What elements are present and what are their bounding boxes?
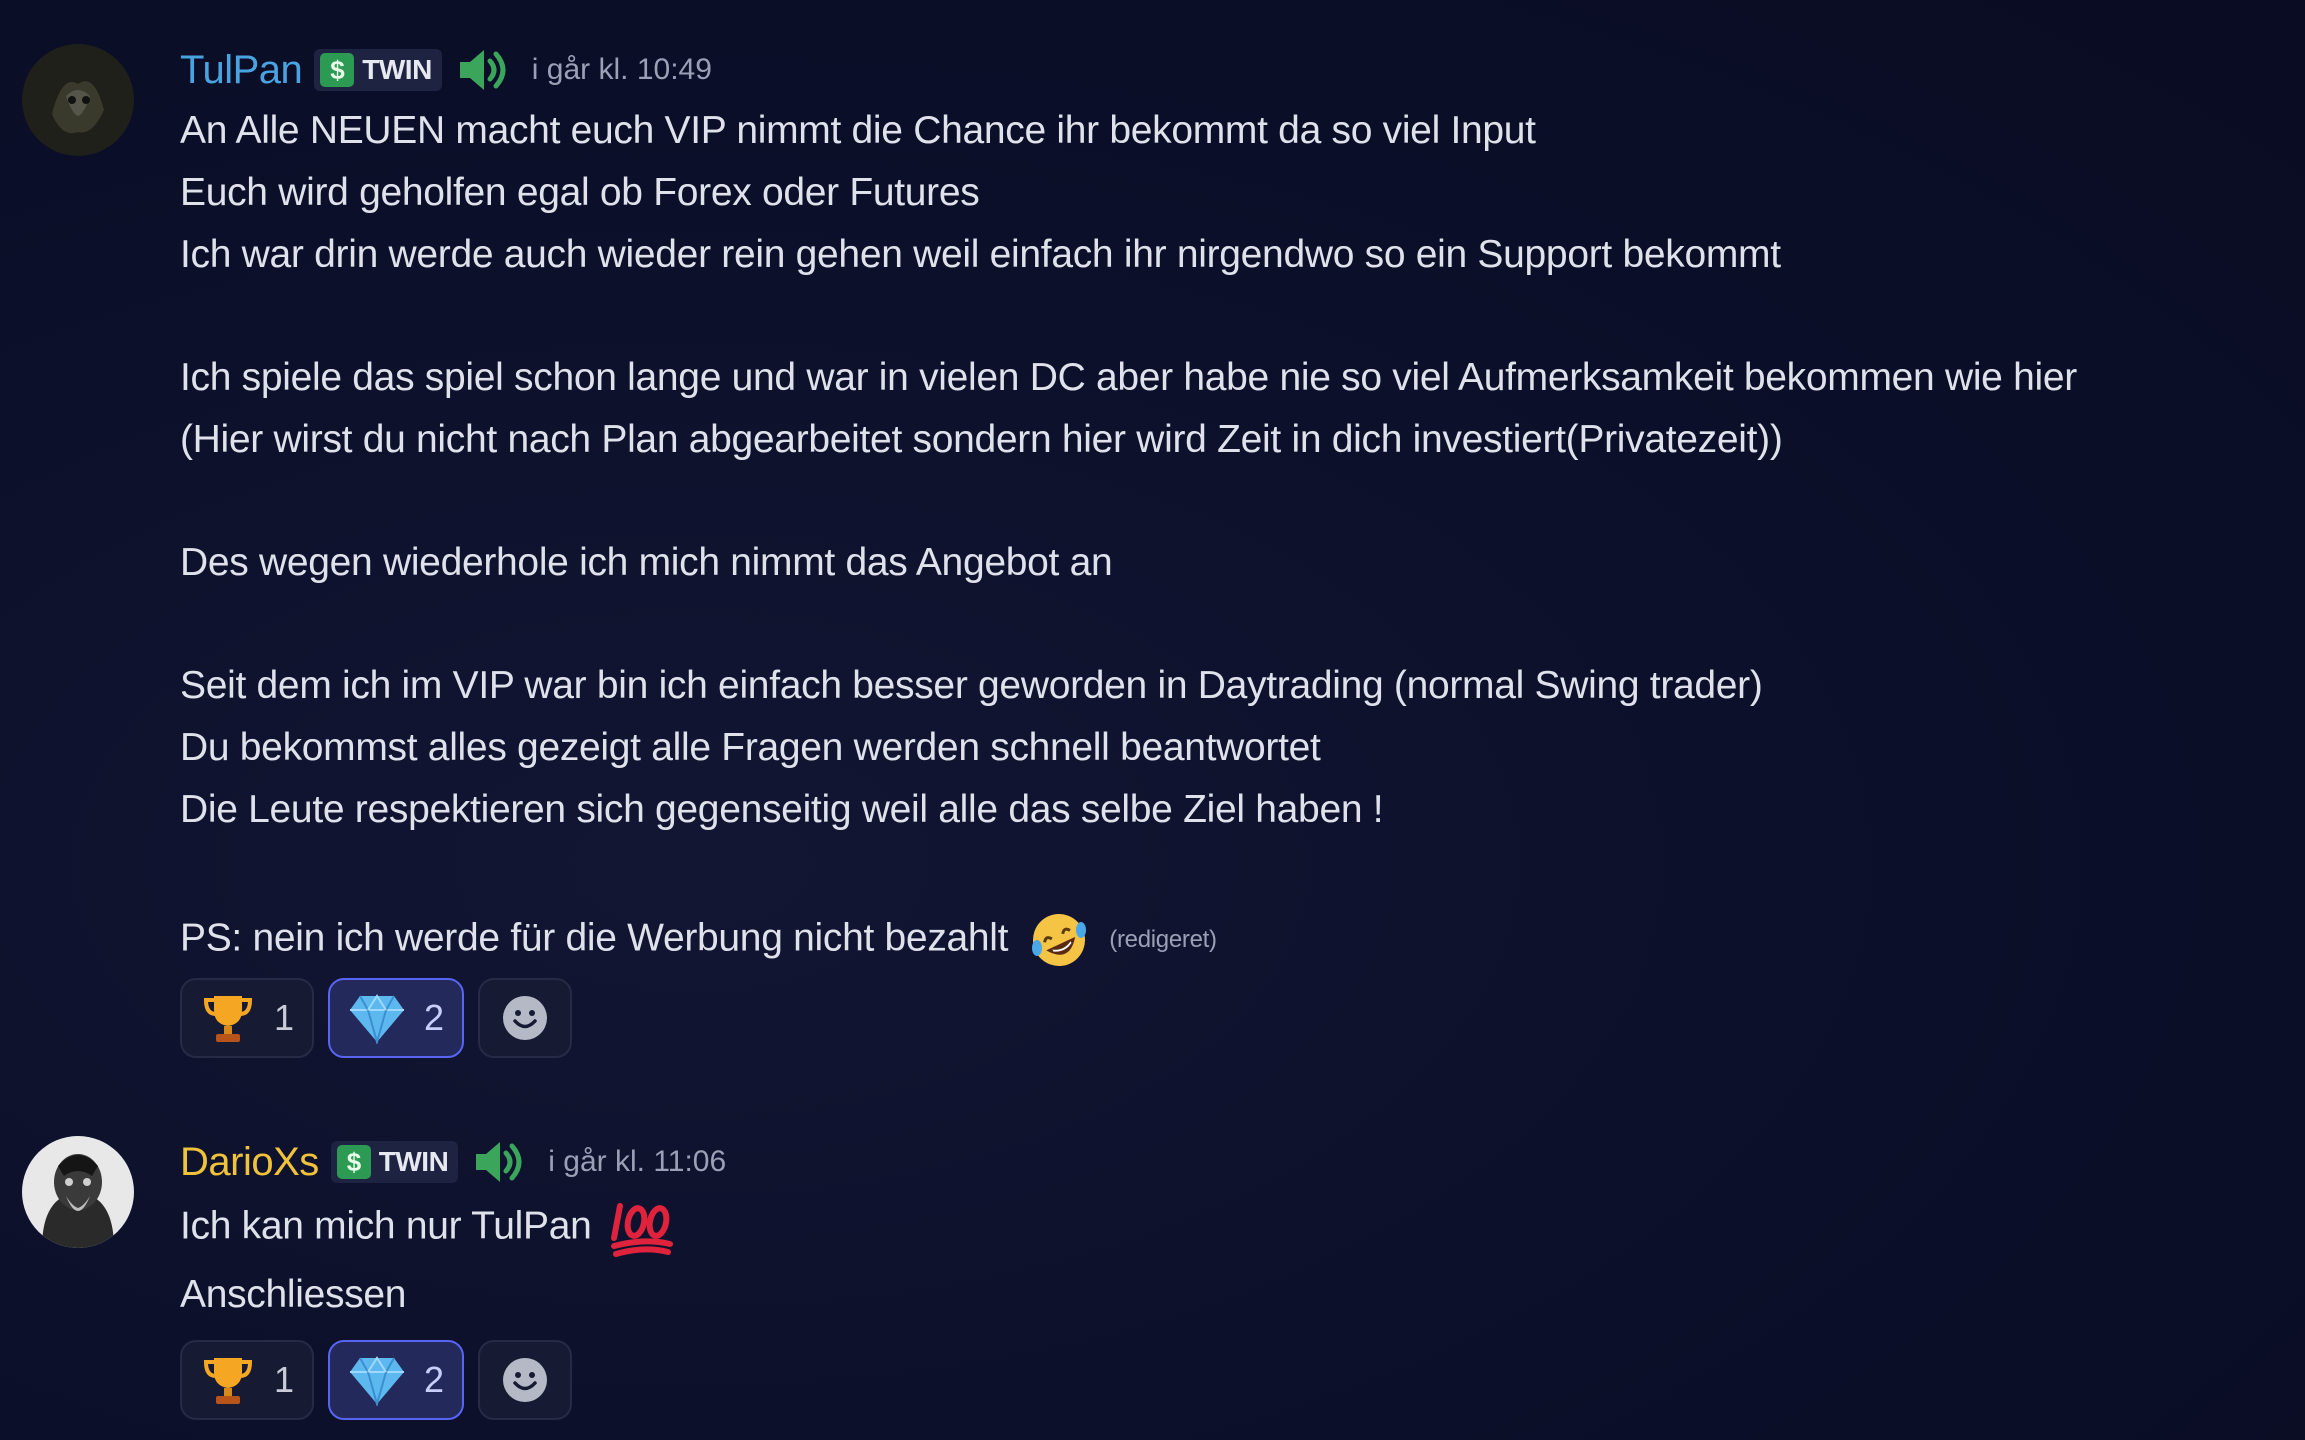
- message-line: Anschliessen: [180, 1273, 407, 1316]
- rofl-emoji-icon: [1031, 914, 1086, 966]
- message-line: Seit dem ich im VIP war bin ich einfach …: [180, 664, 1763, 707]
- money-icon: $: [336, 1145, 371, 1179]
- reaction-count: 2: [424, 1359, 445, 1400]
- reaction-count: 1: [274, 997, 295, 1038]
- avatar-tulpan[interactable]: [22, 44, 134, 156]
- server-tag-label: TWIN: [378, 1146, 449, 1177]
- gem-icon: [350, 994, 405, 1044]
- message-text: Ich kan mich nur TulPan: [180, 1204, 592, 1248]
- hundred-points-icon: [611, 1203, 674, 1257]
- money-icon: $: [320, 53, 355, 87]
- message-line: Des wegen wiederhole ich mich nimmt das …: [180, 541, 1113, 584]
- message-header: TulPan $ TWIN i går kl. 10:49: [180, 40, 712, 100]
- gem-icon: [350, 1356, 405, 1406]
- smiley-icon: [503, 1358, 548, 1402]
- edited-label: (redigeret): [1109, 926, 1217, 953]
- message-line: Euch wird geholfen egal ob Forex oder Fu…: [180, 171, 980, 214]
- message-line: Die Leute respektieren sich gegenseitig …: [180, 788, 1384, 831]
- reaction-trophy[interactable]: 1: [180, 978, 315, 1058]
- add-reaction-button[interactable]: [478, 978, 573, 1058]
- reaction-trophy[interactable]: 1: [180, 1340, 315, 1420]
- timestamp: i går kl. 11:06: [548, 1145, 727, 1178]
- reaction-count: 2: [424, 997, 445, 1038]
- server-tag[interactable]: $ TWIN: [314, 49, 442, 91]
- message-header: DarioXs $ TWIN i går kl. 11:06: [180, 1132, 726, 1192]
- message-line: Ich kan mich nur TulPan: [180, 1198, 676, 1258]
- avatar-darioxs[interactable]: [22, 1136, 134, 1248]
- server-tag[interactable]: $ TWIN: [330, 1141, 459, 1183]
- message-text: PS: nein ich werde für die Werbung nicht…: [180, 916, 1009, 960]
- message-line: An Alle NEUEN macht euch VIP nimmt die C…: [180, 109, 1536, 152]
- speaker-icon: [459, 50, 506, 90]
- message-line: Ich war drin werde auch wieder rein gehe…: [180, 233, 1781, 276]
- reactions-bar: 1 2: [180, 1340, 573, 1420]
- reaction-gem[interactable]: 2: [328, 1340, 465, 1420]
- reactions-bar: 1 2: [180, 978, 573, 1058]
- message-line: Du bekommst alles gezeigt alle Fragen we…: [180, 726, 1321, 769]
- trophy-icon: [203, 996, 253, 1042]
- message-line-last: PS: nein ich werde für die Werbung nicht…: [180, 908, 1217, 972]
- message-line: Ich spiele das spiel schon lange und war…: [180, 356, 2077, 399]
- reaction-count: 1: [274, 1359, 295, 1400]
- username[interactable]: DarioXs: [180, 1140, 319, 1185]
- reaction-gem[interactable]: 2: [328, 978, 465, 1058]
- trophy-icon: [203, 1358, 253, 1404]
- add-reaction-button[interactable]: [478, 1340, 573, 1420]
- smiley-icon: [503, 996, 548, 1040]
- timestamp: i går kl. 10:49: [531, 53, 712, 86]
- speaker-icon: [476, 1142, 522, 1182]
- username[interactable]: TulPan: [180, 48, 303, 93]
- server-tag-label: TWIN: [362, 54, 432, 85]
- message-line: (Hier wirst du nicht nach Plan abgearbei…: [180, 418, 1783, 461]
